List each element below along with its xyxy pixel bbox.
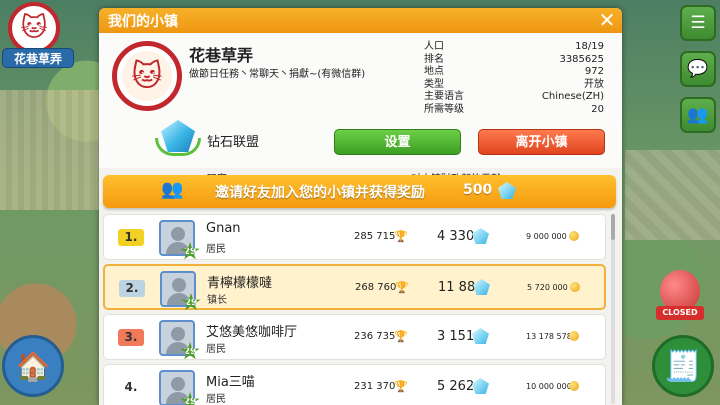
- trophy-value: 236 735: [354, 331, 396, 342]
- gem-value: 5 262: [437, 379, 475, 394]
- coin-icon: [570, 282, 580, 292]
- stat-key: 主要语言: [424, 91, 464, 102]
- town-logo: 🐱: [112, 41, 182, 111]
- friends-button[interactable]: 👥: [680, 97, 716, 133]
- stat-row: 排名 3385625: [424, 54, 604, 67]
- background-roof: [0, 90, 100, 210]
- gem-value: 4 330: [437, 229, 475, 244]
- stat-row: 地点 972: [424, 66, 604, 79]
- trophy-icon: 🏆: [394, 380, 408, 393]
- trophy-value: 285 715: [354, 231, 396, 242]
- settings-button[interactable]: 设置: [334, 129, 461, 155]
- diamond-icon: [472, 378, 489, 394]
- stat-key: 所需等级: [424, 103, 464, 115]
- town-badge[interactable]: 🐱 花巷草弄: [2, 2, 74, 72]
- trophy-icon: 🏆: [394, 330, 408, 343]
- invite-people-icon: 👥: [161, 179, 184, 200]
- avatar-head: [171, 377, 185, 391]
- stat-key: 排名: [424, 53, 444, 65]
- coin-icon: [569, 231, 579, 241]
- player-name: 青檸檬檬噠: [207, 276, 273, 291]
- stat-key: 地点: [424, 66, 444, 77]
- diamond-alliance-icon: [155, 116, 201, 158]
- stat-row: 人口 18/19: [424, 41, 604, 54]
- town-info: 🐱 花巷草弄 做節日任務丶常聊天丶捐獻~(有微信群) 人口 18/19 排名 3…: [99, 33, 622, 185]
- player-role: 镇长: [207, 295, 227, 306]
- stat-value: 18/19: [575, 41, 604, 52]
- cash-register-icon: 🧾: [664, 348, 702, 384]
- menu-list-button[interactable]: ☰: [680, 5, 716, 41]
- closed-tag: CLOSED: [656, 306, 704, 320]
- trophy-value: 231 370: [354, 381, 396, 392]
- stat-value: 开放: [584, 78, 604, 90]
- stat-key: 人口: [424, 41, 444, 52]
- invite-friends-banner[interactable]: 👥 邀请好友加入您的小镇并获得奖励 500: [103, 175, 616, 208]
- stat-row: 类型 开放: [424, 79, 604, 92]
- list-scrollbar[interactable]: [611, 214, 615, 404]
- stat-key: 类型: [424, 78, 444, 90]
- coin-value: 5 720 000: [527, 283, 568, 292]
- dialog-title: 我们的小镇: [108, 14, 178, 30]
- chat-button[interactable]: 💬: [680, 51, 716, 87]
- coin-icon: [569, 331, 579, 341]
- coin-value: 9 000 000: [526, 232, 567, 241]
- stat-row: 主要语言 Chinese(ZH): [424, 91, 604, 104]
- lucky-cat-icon: 🐱: [122, 51, 172, 101]
- invite-reward: 500: [463, 182, 493, 198]
- rank-badge: 4.: [124, 380, 138, 394]
- stat-row: 所需等级 20: [424, 104, 604, 117]
- diamond-icon: [472, 228, 489, 244]
- lucky-cat-icon: 🐱: [8, 2, 60, 54]
- town-badge-name: 花巷草弄: [2, 48, 74, 68]
- close-button[interactable]: ✕: [596, 9, 618, 31]
- diamond-icon: [472, 328, 489, 344]
- player-role: 居民: [206, 394, 226, 405]
- trophy-value: 268 760: [355, 282, 397, 293]
- people-icon: 👥: [687, 105, 709, 125]
- leave-town-button[interactable]: 离开小镇: [478, 129, 605, 155]
- chat-icon: 💬: [687, 59, 709, 79]
- rank-badge: 2.: [119, 280, 145, 297]
- town-description: 做節日任務丶常聊天丶捐獻~(有微信群): [189, 69, 366, 80]
- house-icon: 🏠: [15, 349, 51, 383]
- town-stats: 人口 18/19 排名 3385625 地点 972 类型 开放 主要语言 Ch…: [424, 41, 604, 116]
- trophy-icon: 🏆: [395, 281, 409, 294]
- stat-value: Chinese(ZH): [541, 91, 604, 102]
- avatar-head: [171, 227, 185, 241]
- background-road: [625, 150, 720, 240]
- avatar-head: [171, 327, 185, 341]
- rank-badge: 1.: [118, 229, 144, 246]
- dialog-header: 我们的小镇 ✕: [99, 8, 622, 33]
- avatar-head: [172, 278, 186, 292]
- player-row[interactable]: 2. 29 青檸檬檬噠 镇长 268 760 🏆 11 880 5 720 00…: [103, 264, 606, 311]
- player-row[interactable]: 1. 29 Gnan 居民 285 715 🏆 4 330 9 000 000: [103, 214, 606, 260]
- player-row[interactable]: 3. 29 艾悠美悠咖啡厅 居民 236 735 🏆 3 151 13 178 …: [103, 314, 606, 360]
- coin-icon: [569, 381, 579, 391]
- town-dialog: 我们的小镇 ✕ 🐱 花巷草弄 做節日任務丶常聊天丶捐獻~(有微信群) 人口 18…: [99, 8, 622, 405]
- player-name: Gnan: [206, 221, 241, 236]
- invite-text: 邀请好友加入您的小镇并获得奖励: [215, 185, 425, 201]
- diamond-icon: [498, 182, 516, 199]
- house-button[interactable]: 🏠: [2, 335, 64, 397]
- coin-value: 10 000 000: [526, 382, 572, 391]
- stat-value: 20: [591, 103, 604, 115]
- player-name: 艾悠美悠咖啡厅: [206, 325, 298, 340]
- player-row[interactable]: 4. 29 Mia三喵 居民 231 370 🏆 5 262 10 000 00…: [103, 364, 606, 405]
- closed-balloon[interactable]: CLOSED: [656, 270, 704, 328]
- stat-value: 3385625: [559, 53, 604, 65]
- player-role: 居民: [206, 244, 226, 255]
- rank-badge: 3.: [118, 329, 144, 346]
- gem-value: 3 151: [437, 329, 475, 344]
- cash-register-button[interactable]: 🧾: [652, 335, 714, 397]
- player-list[interactable]: 1. 29 Gnan 居民 285 715 🏆 4 330 9 000 000 …: [103, 214, 606, 405]
- town-name: 花巷草弄: [189, 46, 254, 65]
- trophy-icon: 🏆: [394, 230, 408, 243]
- player-name: Mia三喵: [206, 375, 255, 390]
- alliance-name: 钻石联盟: [207, 135, 260, 150]
- coin-value: 13 178 578: [526, 332, 572, 341]
- player-role: 居民: [206, 344, 226, 355]
- scroll-thumb[interactable]: [611, 214, 615, 240]
- stat-value: 972: [584, 66, 604, 77]
- list-icon: ☰: [690, 13, 706, 33]
